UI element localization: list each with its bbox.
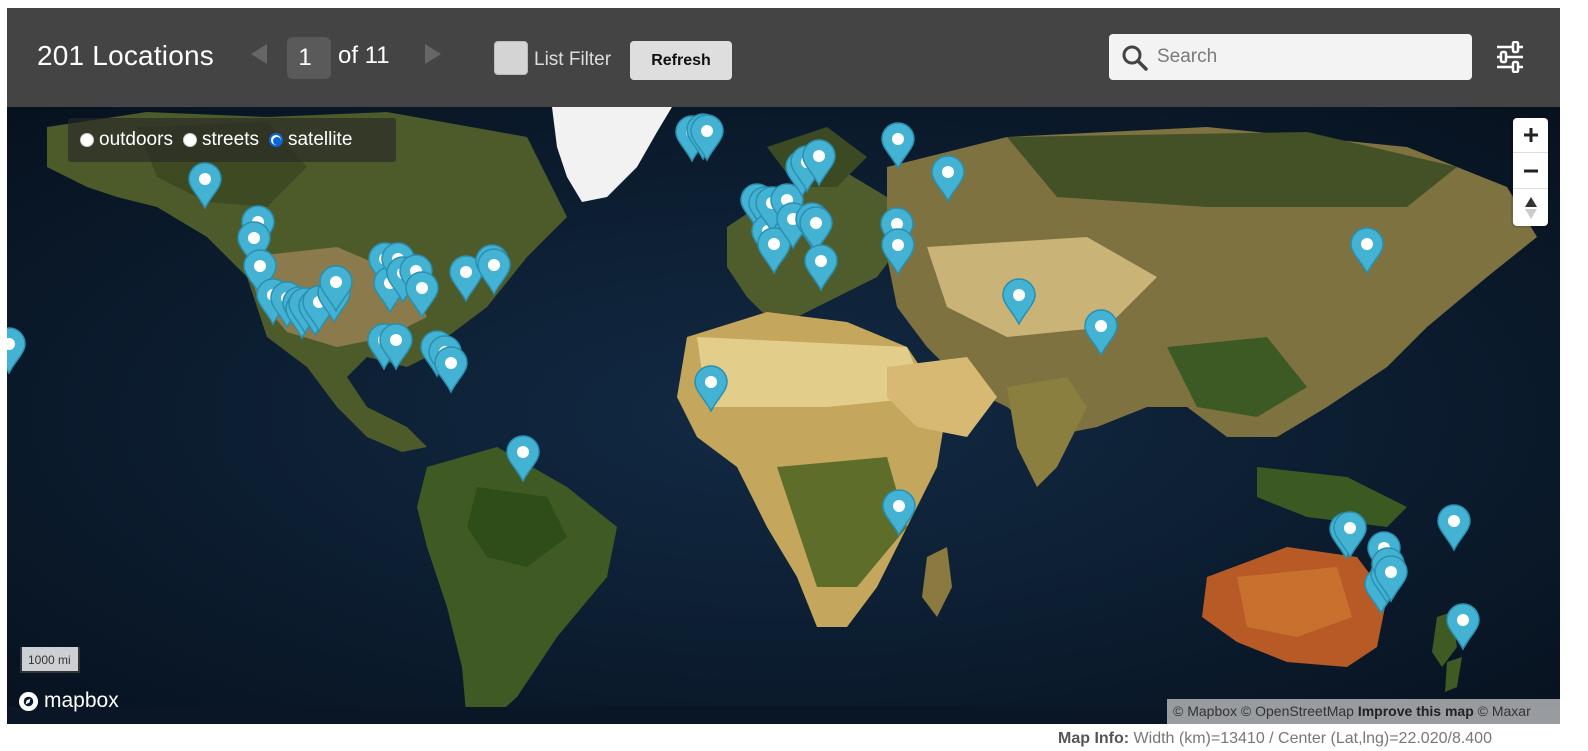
map-style-switcher: outdoors streets satellite xyxy=(68,118,396,162)
scale-bar: 1000 mi xyxy=(20,647,80,673)
map-info-value: Width (km)=13410 / Center (Lat,lng)=22.0… xyxy=(1133,730,1492,747)
radio-streets[interactable] xyxy=(182,133,197,147)
list-filter-checkbox[interactable] xyxy=(494,41,528,75)
location-marker-icon[interactable] xyxy=(476,247,512,296)
next-page-icon[interactable] xyxy=(425,44,441,64)
search-box xyxy=(1109,34,1472,80)
location-count: 201 Locations xyxy=(37,40,214,71)
map-app: 201 Locations of 11 List Filter Refresh xyxy=(0,0,1588,751)
search-icon xyxy=(1122,45,1148,71)
location-marker-icon[interactable] xyxy=(433,346,469,394)
map-attribution: © Mapbox © OpenStreetMap Improve this ma… xyxy=(1167,699,1560,724)
location-marker-icon[interactable] xyxy=(1083,309,1119,357)
map-canvas[interactable]: outdoors streets satellite 1000 mi mapbo… xyxy=(7,107,1560,724)
location-marker-icon[interactable] xyxy=(880,228,916,276)
location-marker-icon[interactable] xyxy=(1349,227,1385,275)
map-info: Map Info: Width (km)=13410 / Center (Lat… xyxy=(1058,730,1492,748)
minus-icon xyxy=(1523,169,1538,173)
attribution-mapbox-link[interactable]: © Mapbox xyxy=(1173,703,1237,719)
location-marker-icon[interactable] xyxy=(318,265,354,313)
location-marker-icon[interactable] xyxy=(378,323,414,371)
style-option-satellite[interactable]: satellite xyxy=(268,129,353,151)
location-marker-icon[interactable] xyxy=(187,162,223,210)
toolbar: 201 Locations of 11 List Filter Refresh xyxy=(7,8,1560,107)
map-info-label: Map Info: xyxy=(1058,730,1130,747)
refresh-button[interactable]: Refresh xyxy=(630,41,732,80)
sliders-icon[interactable] xyxy=(1495,41,1525,73)
style-option-streets[interactable]: streets xyxy=(182,129,259,151)
compass-button[interactable] xyxy=(1513,190,1548,225)
attribution-maxar-link[interactable]: © Maxar xyxy=(1478,703,1531,719)
list-filter-label: List Filter xyxy=(534,49,612,70)
location-marker-icon[interactable] xyxy=(404,270,440,319)
mapbox-logo[interactable]: mapbox xyxy=(18,689,119,713)
location-marker-icon[interactable] xyxy=(693,365,729,413)
compass-icon xyxy=(1524,196,1537,219)
style-label-satellite: satellite xyxy=(287,129,353,150)
radio-outdoors[interactable] xyxy=(80,133,94,147)
location-marker-icon[interactable] xyxy=(1436,504,1472,553)
location-marker-icon[interactable] xyxy=(689,114,725,162)
location-marker-icon[interactable] xyxy=(880,122,916,170)
zoom-control xyxy=(1513,118,1548,226)
attribution-osm-link[interactable]: © OpenStreetMap xyxy=(1241,703,1354,719)
page-number-input[interactable] xyxy=(287,37,331,79)
location-marker-icon[interactable] xyxy=(1332,510,1368,559)
zoom-in-button[interactable] xyxy=(1513,118,1548,153)
mapbox-logo-text: mapbox xyxy=(44,689,119,712)
mapbox-logo-icon xyxy=(18,691,39,711)
style-label-streets: streets xyxy=(201,129,259,150)
style-label-outdoors: outdoors xyxy=(99,129,173,150)
plus-icon xyxy=(1523,128,1538,142)
location-marker-icon[interactable] xyxy=(1445,603,1481,651)
style-option-outdoors[interactable]: outdoors xyxy=(80,129,173,151)
page-total: of 11 xyxy=(338,42,390,69)
location-marker-icon[interactable] xyxy=(7,326,27,375)
search-input[interactable] xyxy=(1157,34,1462,80)
location-marker-icon[interactable] xyxy=(803,244,839,292)
location-marker-icon[interactable] xyxy=(1001,278,1037,326)
improve-map-link[interactable]: Improve this map xyxy=(1358,703,1474,719)
location-marker-icon[interactable] xyxy=(930,155,966,203)
radio-satellite[interactable] xyxy=(268,133,283,147)
zoom-out-button[interactable] xyxy=(1513,154,1548,189)
location-marker-icon[interactable] xyxy=(881,488,917,537)
location-marker-icon[interactable] xyxy=(801,138,837,187)
location-marker-icon[interactable] xyxy=(1373,554,1409,603)
prev-page-icon[interactable] xyxy=(251,44,267,64)
location-marker-icon[interactable] xyxy=(505,435,541,483)
